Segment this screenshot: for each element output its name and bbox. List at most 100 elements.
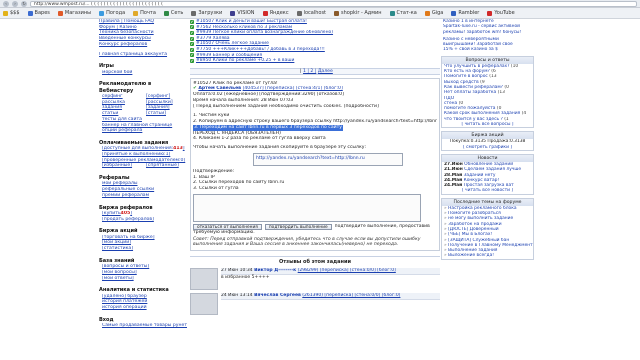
bookmark-item[interactable]: Погода [99,10,125,16]
address-bar[interactable]: http://www.wmpost.ru/... ( ( ( ( ( ( ( (… [30,0,637,7]
account-home-link[interactable]: Главная страница аккаунта [99,52,187,58]
qa-title: Вопросы и ответы [442,56,533,64]
paid-available-label[interactable]: [доступные для выполнения: [102,146,173,151]
qa-question[interactable]: Помогите в вопрос [444,74,488,79]
game-link[interactable]: морской бой [99,70,187,76]
news-title-text[interactable]: Простая загрузка ват [464,183,514,188]
forum-title: Последние темы на форуме [442,198,533,206]
qa-question[interactable]: что твоится у вас здесь ? [444,117,503,122]
review-author[interactable]: Виктор Д--------к [254,268,296,273]
qa-question[interactable]: Выход средств [444,80,479,85]
news-date: 24.Май [444,177,463,183]
bookmark-item[interactable]: Giga [424,9,444,16]
bookmark-item[interactable]: VISION [230,10,255,16]
bookmark-item[interactable]: Яндекс [262,10,289,16]
pager-prefix: | [300,68,302,74]
bookmark-item[interactable]: Стат-ка [389,9,417,16]
task-item[interactable]: ✔ #8950 Клики по рекламе +0.25 + в ваши [190,58,440,64]
bookmark-item[interactable]: Сеть [163,10,183,16]
bookmark-icon [424,10,430,16]
news-more-link[interactable]: [ читать все новости ] [442,188,533,193]
task-author[interactable]: Артем Савельев [198,86,241,91]
bookmark-item[interactable]: shopkir - Админ [334,10,382,16]
review-author[interactable]: Вячеслав Сергеев [254,293,301,298]
news-title-text[interactable]: Сделаем задания лучше [464,167,521,172]
bookmark-icon [27,10,33,16]
qa-question[interactable]: стена [444,101,457,106]
shares-chart-link[interactable]: [ смотреть графики ] [442,145,533,150]
back-icon[interactable]: ‹ [3,0,9,7]
confirm-button[interactable]: подтвердить выполнение [264,223,332,230]
pager-next[interactable]: Далее [318,69,333,74]
ads-pair-link[interactable]: [статьи] [146,111,166,117]
news-date: 21.Июн [444,167,463,173]
page-content: Правила | Помощь FAQ Форум | Казино Техник… [0,19,640,360]
review-meta[interactable]: (298299) [переписка] [стена:0/0] [блог:0… [298,268,396,273]
promo-line[interactable]: рекламы! заработок wm! бонусы! [441,30,534,35]
bookmark-label: Погода [106,9,126,16]
news-title-text[interactable]: Обновление заданий [464,162,513,167]
forward-icon[interactable]: › [12,0,18,7]
shares-link[interactable]: [статистика] [99,246,187,252]
bookmark-item[interactable]: Загрузки [191,10,222,16]
promo-line[interactable]: 15% + свой казино за $ [441,47,534,52]
news-title-text[interactable]: Конкурс ватар! [464,178,500,183]
ads-pair-name[interactable]: статьи [102,111,146,117]
qa-count: (13 [497,90,505,96]
bookmark-item[interactable]: Rambler [451,10,479,16]
check-icon: ✔ [190,58,194,63]
confirm-textarea[interactable] [193,193,421,222]
knowledge-link[interactable]: [мои ответы] [99,276,187,282]
favorites-link[interactable]: [избранные] [102,163,146,169]
bookmark-icon [262,10,268,16]
qa-question[interactable]: Нет оплаты заработка [444,90,496,95]
qa-question[interactable]: Что улучшить в рефералах? [444,64,510,69]
bookmark-item[interactable]: $$$ [3,10,20,16]
news-date: 28.Май [444,172,463,178]
bookmark-item[interactable]: Bapes [27,10,50,16]
shop-link[interactable]: Самые продаваемые товары рунета! [99,323,187,329]
confirm-list: 1. Ваш IP 2. Ссылки переходов по сайту lb… [193,175,437,192]
ref-buy-label[interactable]: [купить [102,211,121,216]
bookmark-item[interactable]: YouTube [487,9,515,16]
qa-more-link[interactable]: [ читать все вопросы ] [442,122,533,127]
task-step-text: 1. Чистим куки [193,113,230,119]
bookmark-label: Giga [431,9,444,16]
reload-icon[interactable]: ↻ [21,0,27,7]
ref-exchange-link[interactable]: [продать рефералов] [99,217,187,223]
task-step-text: 4. Кликаем 1-2 раза по рекламе от гугла … [193,136,326,142]
analytics-link[interactable]: история операций [99,305,187,311]
forum-block: Последние темы на форуме Настройка рекла… [441,197,534,260]
task-author-links[interactable]: [404537] [переписка] [стена:4/1] [блог:0… [243,86,343,91]
paid-available-close: ] [182,146,185,152]
bookmark-item[interactable]: Магазины [57,10,91,16]
qa-question[interactable]: Какой срок выполнения задания [444,111,520,116]
news-title-text[interactable]: Заданий нету [464,173,496,178]
referral-link[interactable]: премии рефералам [99,193,187,199]
qa-question[interactable]: Как вывести рефералам? [444,85,503,90]
qa-question[interactable]: Кто есть на форум? [444,69,490,74]
bookmark-label: Rambler [458,9,480,16]
task-item-label[interactable]: #8950 Клики по рекламе +0.25 + в ваши [196,58,294,64]
hidden-link[interactable]: [спрятанные] [146,163,179,169]
bookmark-label: shopkir - Админ [341,9,382,16]
forum-topic[interactable]: Выложение всегда! [442,253,533,258]
top-nav-link[interactable]: Конкурс рефералов [99,42,187,48]
bookmark-icon [163,10,169,16]
task-link-field[interactable]: http://yandex.ru/yandsearch?text=http://… [253,152,403,166]
review-meta[interactable]: (261390) [переписка] [стена:0/0] [блог:0… [302,293,400,298]
review-date: 24 Июн 13:14 [221,293,253,299]
bookmark-label: Стат-ка [396,9,417,16]
refuse-button[interactable]: отказаться от выполнения [193,223,262,230]
news-title: Новости [442,154,533,162]
qa-question[interactable]: ПДО [444,96,454,101]
bookmark-item[interactable]: Почта [133,10,156,16]
qa-question[interactable]: помогите пожалуйста [444,106,496,111]
bookmark-item[interactable]: localhost [296,10,326,16]
news-block: Новости 27.Июн Обновление заданий 21.Июн … [441,153,534,195]
bookmark-label: YouTube [494,9,515,16]
avatar [190,293,218,316]
ads-more-link[interactable]: опции реферала [99,128,187,134]
pager-pages[interactable]: 1 | 2 | [303,69,316,74]
review-item: 24 Июн 13:14 Вячеслав Сергеев (261390) [… [190,293,440,316]
